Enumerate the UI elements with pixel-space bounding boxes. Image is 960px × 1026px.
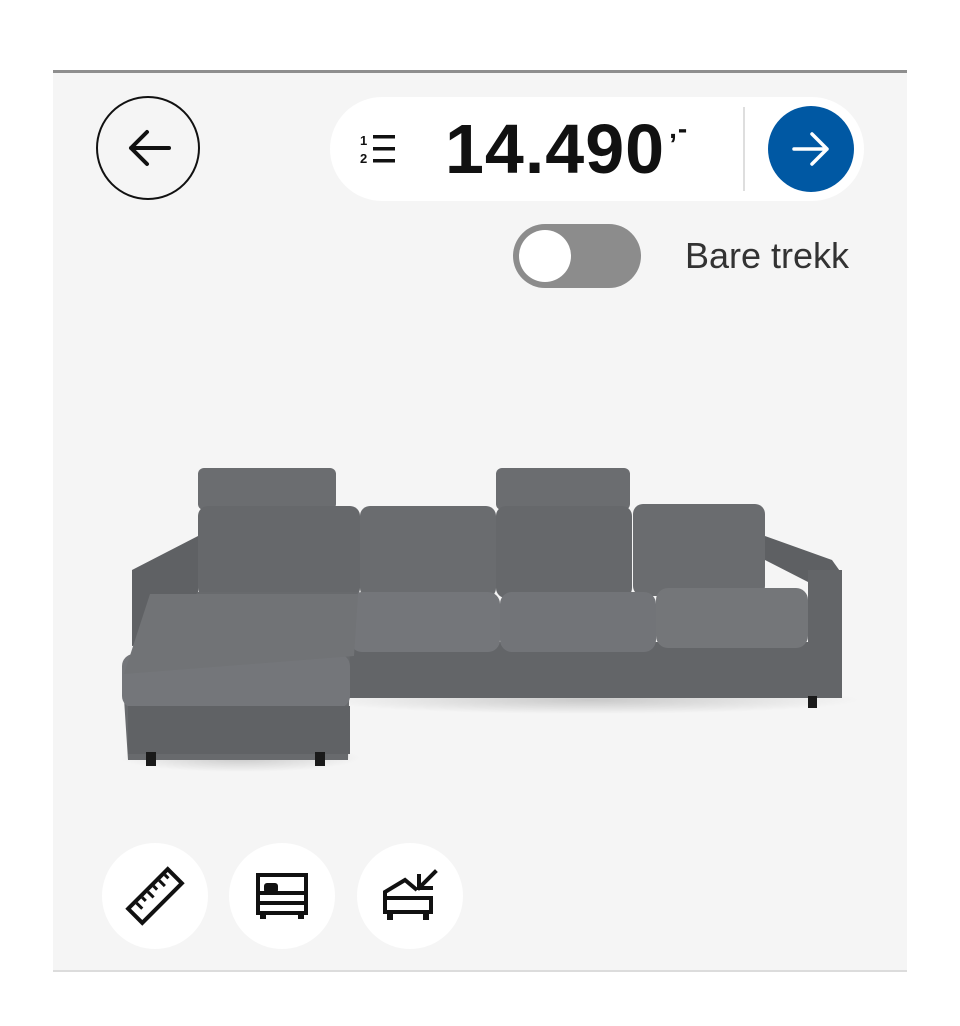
back-button[interactable] (96, 96, 200, 200)
cover-only-label: Bare trekk (685, 235, 850, 276)
svg-text:2: 2 (360, 151, 367, 166)
price-display: 14.490 ,- (445, 109, 688, 189)
sofa-bed-button[interactable] (229, 843, 335, 949)
arrow-left-icon (129, 130, 171, 166)
sofa-product-image[interactable] (110, 460, 870, 780)
price-bar-divider (743, 107, 745, 191)
arrow-right-icon (792, 132, 829, 166)
storage-chaise-icon (383, 869, 438, 920)
measure-button[interactable] (102, 843, 208, 949)
sofa-bed-icon (256, 873, 308, 919)
ruler-icon (125, 866, 185, 926)
price-suffix: ,- (669, 113, 689, 144)
storage-button[interactable] (357, 843, 463, 949)
cover-only-toggle[interactable] (513, 224, 641, 288)
numbered-list-icon[interactable]: 1 2 (360, 132, 396, 166)
continue-button[interactable] (768, 106, 854, 192)
svg-text:1: 1 (360, 133, 367, 148)
price-bar: 1 2 14.490 ,- (330, 97, 864, 201)
toggle-knob (519, 230, 571, 282)
bottom-divider (53, 970, 907, 972)
price-value: 14.490 (445, 110, 666, 188)
